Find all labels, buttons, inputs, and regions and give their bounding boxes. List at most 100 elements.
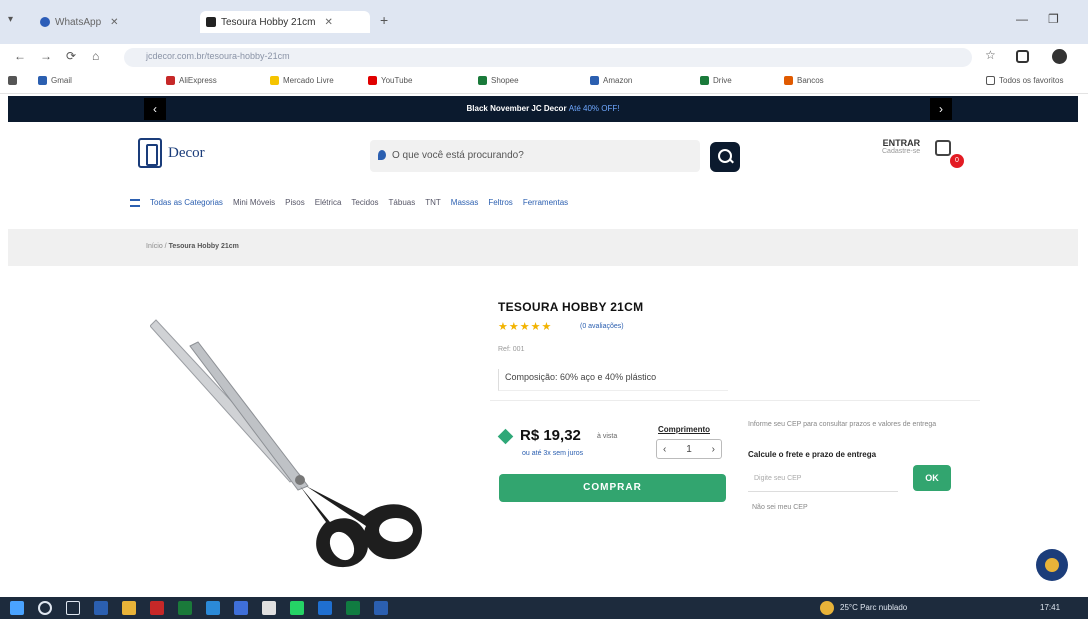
whatsapp-favicon-icon (40, 17, 50, 27)
promo-text: Black November JC Decor Até 40% OFF! (8, 104, 1078, 113)
taskbar-app-icon[interactable] (178, 601, 192, 615)
rating-stars[interactable]: ★★★★★ (498, 320, 552, 333)
shipping-title: Calcule o frete e prazo de entrega (748, 450, 877, 459)
bookmark-star-icon[interactable]: ☆ (985, 48, 996, 62)
category-item[interactable]: Mini Móveis (233, 198, 275, 216)
page-root: ▾ WhatsApp ✕ Tesoura Hobby 21cm ✕ + — ❐ … (0, 0, 1088, 619)
category-item[interactable]: TNT (425, 198, 441, 216)
weather-icon[interactable] (820, 601, 834, 615)
word-icon[interactable] (234, 601, 248, 615)
back-icon[interactable]: ← (14, 49, 26, 63)
bookmark-item[interactable]: Bancos (784, 76, 824, 85)
bookmark-favicon-icon (166, 76, 175, 85)
search-input[interactable]: O que você está procurando? (370, 140, 700, 172)
tab-product[interactable]: Tesoura Hobby 21cm ✕ (200, 11, 370, 33)
bookmark-item[interactable]: AliExpress (166, 76, 217, 85)
menu-icon[interactable] (130, 199, 140, 207)
product-image[interactable] (150, 290, 480, 600)
product-title: TESOURA HOBBY 21CM (498, 300, 644, 314)
chrome-icon[interactable] (262, 601, 276, 615)
profile-avatar[interactable] (1052, 49, 1067, 64)
quantity-stepper[interactable]: ‹ 1 › (656, 439, 722, 459)
category-item[interactable]: Massas (451, 198, 479, 216)
product-ref: Ref: 001 (498, 346, 525, 353)
browser-tabbar: ▾ WhatsApp ✕ Tesoura Hobby 21cm ✕ + — ❐ (0, 0, 1088, 44)
site-logo[interactable]: Decor (138, 138, 205, 168)
bookmark-favicon-icon (38, 76, 47, 85)
extensions-icon[interactable] (1016, 50, 1029, 63)
windows-taskbar: 25°C Parc nublado 17:41 (0, 597, 1088, 619)
forward-icon[interactable]: → (40, 49, 52, 63)
home-icon[interactable]: ⌂ (92, 49, 99, 63)
bookmark-item[interactable]: Amazon (590, 76, 632, 85)
taskbar-app-icon[interactable] (374, 601, 388, 615)
new-tab-icon[interactable]: + (380, 12, 388, 28)
start-icon[interactable] (10, 601, 24, 615)
bookmark-label: AliExpress (179, 76, 217, 85)
whatsapp-icon[interactable] (290, 601, 304, 615)
promo-next-icon[interactable]: › (930, 98, 952, 120)
bookmark-favicon-icon (700, 76, 709, 85)
category-item[interactable]: Ferramentas (523, 198, 568, 216)
apps-icon[interactable] (8, 76, 17, 85)
promo-link[interactable]: Até 40% OFF! (569, 104, 620, 113)
cep-input[interactable]: Digite seu CEP (748, 466, 898, 492)
quantity-value[interactable]: 1 (686, 444, 692, 455)
taskbar-app-icon[interactable] (150, 601, 164, 615)
folder-icon[interactable] (122, 601, 136, 615)
cart-count-badge: 0 (950, 154, 964, 168)
bookmark-label: Mercado Livre (283, 76, 334, 85)
bookmark-item[interactable]: Drive (700, 76, 732, 85)
login-link[interactable]: ENTRAR Cadastre-se (882, 138, 920, 155)
tab-search-icon[interactable]: ▾ (8, 14, 13, 25)
taskbar-app-icon[interactable] (318, 601, 332, 615)
task-view-icon[interactable] (66, 601, 80, 615)
clock-text[interactable]: 17:41 (1040, 603, 1060, 612)
product-price: R$ 19,32 (520, 427, 581, 444)
promo-label: Black November JC Decor (466, 104, 567, 113)
bookmark-item[interactable]: Gmail (38, 76, 72, 85)
category-item[interactable]: Pisos (285, 198, 305, 216)
bookmark-favicon-icon (590, 76, 599, 85)
bookmark-label: Amazon (603, 76, 633, 85)
decrement-icon[interactable]: ‹ (663, 444, 666, 455)
close-tab-icon[interactable]: ✕ (325, 17, 333, 28)
excel-icon[interactable] (346, 601, 360, 615)
search-icon[interactable] (38, 601, 52, 615)
bookmark-label: Gmail (51, 76, 72, 85)
close-tab-icon[interactable]: ✕ (110, 17, 118, 28)
reviews-link[interactable]: (0 avaliações) (580, 323, 624, 330)
taskbar-app-icon[interactable] (94, 601, 108, 615)
url-field[interactable]: jcdecor.com.br/tesoura-hobby-21cm (124, 48, 972, 67)
tab-whatsapp[interactable]: WhatsApp ✕ (34, 11, 194, 33)
search-button[interactable] (710, 142, 740, 172)
category-item[interactable]: Feltros (488, 198, 512, 216)
bookmark-item[interactable]: YouTube (368, 76, 412, 85)
divider (490, 400, 980, 401)
category-item[interactable]: Tecidos (351, 198, 378, 216)
installment-link[interactable]: ou até 3x sem juros (522, 450, 583, 457)
category-item[interactable]: Tábuas (389, 198, 416, 216)
taskbar-app-icon[interactable] (206, 601, 220, 615)
breadcrumb-home[interactable]: Início (146, 243, 163, 250)
bookmark-item[interactable]: Shopee (478, 76, 519, 85)
bookmarks-bar: Gmail AliExpress Mercado Livre YouTube S… (0, 70, 1088, 94)
cep-ok-button[interactable]: OK (913, 465, 951, 491)
bookmark-item[interactable]: Mercado Livre (270, 76, 334, 85)
breadcrumb: Início / Tesoura Hobby 21cm (146, 243, 239, 250)
bookmark-label: Bancos (797, 76, 824, 85)
bookmark-item[interactable]: Todos os favoritos (986, 76, 1063, 85)
cart-icon[interactable] (935, 140, 951, 156)
buy-button[interactable]: COMPRAR (499, 474, 726, 502)
increment-icon[interactable]: › (712, 444, 715, 455)
reload-icon[interactable]: ⟳ (66, 49, 76, 63)
site-header: Decor O que você está procurando? ENTRAR… (0, 130, 1088, 190)
minimize-icon[interactable]: — (1016, 12, 1028, 26)
bookmark-label: YouTube (381, 76, 413, 85)
weather-text[interactable]: 25°C Parc nublado (840, 603, 907, 612)
category-item[interactable]: Elétrica (315, 198, 342, 216)
chat-icon[interactable] (1036, 549, 1068, 581)
category-all[interactable]: Todas as Categorias (150, 198, 223, 216)
unknown-cep-link[interactable]: Não sei meu CEP (752, 504, 808, 511)
maximize-icon[interactable]: ❐ (1048, 12, 1059, 26)
